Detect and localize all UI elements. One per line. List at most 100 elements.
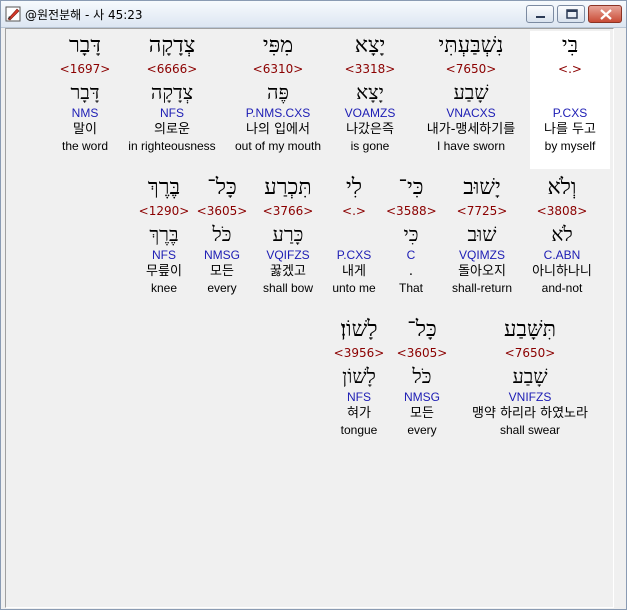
strong-number[interactable]: <3956>: [328, 345, 390, 361]
english-gloss: is gone: [350, 139, 390, 153]
english-gloss: by myself: [544, 139, 596, 153]
korean-gloss: 내가-맹세하기를: [426, 122, 516, 137]
morph-code: C: [406, 248, 416, 262]
word-cell[interactable]: וְלֹא <3808> לֹא C.ABN 아니하나니 and-not: [532, 173, 592, 297]
strong-number[interactable]: <.>: [324, 203, 384, 219]
maximize-icon: [566, 9, 578, 19]
strong-number[interactable]: <7650>: [411, 61, 531, 77]
word-cell[interactable]: בֶּרֶךְ <1290> בֶּרֶךְ NFS 무릎이 knee: [134, 173, 194, 297]
morph-code: VQIFZS: [266, 248, 310, 262]
lemma: צְדָקָה: [150, 80, 194, 104]
hebrew-word: מִפִּי: [262, 33, 294, 58]
korean-gloss: 나갔은즉: [346, 122, 394, 137]
english-gloss: tongue: [340, 423, 378, 437]
hebrew-word: וְלֹא: [547, 175, 577, 200]
korean-gloss: 의로운: [154, 122, 190, 137]
morph-code: NFS: [160, 106, 184, 120]
strong-number[interactable]: <3605>: [396, 345, 448, 361]
strong-number[interactable]: <6310>: [228, 61, 328, 77]
morph-code: P.CXS: [336, 248, 372, 262]
lemma: כִּי: [403, 222, 419, 246]
word-cell[interactable]: תִּכְרַע <3766> כָּרַע VQIFZS 꿇겠고 shall …: [256, 173, 320, 297]
korean-gloss: 아니하나니: [532, 264, 592, 279]
word-cell[interactable]: בִּי <.> P.CXS 나를 두고 by myself: [530, 31, 610, 169]
word-cell[interactable]: נִשְׁבַּעְתִּי <7650> שָׁבַע VNACXS 내가-맹…: [411, 31, 531, 155]
strong-number[interactable]: <1697>: [50, 61, 120, 77]
lemma: שָׁבַע: [453, 80, 489, 104]
lemma: בֶּרֶךְ: [149, 222, 179, 246]
word-cell[interactable]: כָּל־ <3605> כֹּל NMSG 모든 every: [396, 315, 448, 439]
strong-number[interactable]: <3318>: [330, 61, 410, 77]
lemma: לָשׁוֹן: [342, 364, 376, 388]
english-gloss: I have sworn: [436, 139, 506, 153]
word-cell[interactable]: יָשׁוּב <7725> שׁוּב VQIMZS 돌아오지 shall-r…: [446, 173, 518, 297]
word-cell[interactable]: דָּבָר <1697> דָּבָר NMS 말이 the word: [50, 31, 120, 155]
strong-number[interactable]: <3588>: [386, 203, 437, 219]
english-gloss: out of my mouth: [234, 139, 322, 153]
minimize-button[interactable]: [526, 5, 554, 23]
hebrew-word: בִּי: [561, 33, 579, 58]
english-gloss: shall bow: [262, 281, 314, 295]
hebrew-word: בֶּרֶךְ: [147, 175, 181, 200]
app-window: @원전분해 - 사 45:23 בִּי <.> P.CXS 나를 두고 by …: [0, 0, 627, 610]
lemma: כֹּל: [412, 364, 432, 388]
english-gloss: knee: [150, 281, 178, 295]
word-cell[interactable]: כִּי־ <3588> כִּי C . That: [386, 173, 437, 297]
word-cell[interactable]: תִּשָּׁבַע <7650> שָׁבַע VNIFZS 맹약 하리라 하…: [452, 315, 608, 439]
korean-gloss: 꿇겠고: [270, 264, 306, 279]
morph-code: P.CXS: [552, 106, 588, 120]
hebrew-word: כָּל־: [407, 317, 437, 342]
strong-number[interactable]: <3605>: [196, 203, 248, 219]
strong-number[interactable]: <.>: [530, 61, 610, 77]
word-cell[interactable]: לָשׁוֹן׃ <3956> לָשׁוֹן NFS 혀가 tongue: [328, 315, 390, 439]
korean-gloss: 혀가: [347, 406, 371, 421]
word-cell[interactable]: לִי <.> P.CXS 내게 unto me: [324, 173, 384, 297]
strong-number[interactable]: <1290>: [134, 203, 194, 219]
morph-code: VNACXS: [446, 106, 496, 120]
korean-gloss: 모든: [210, 264, 234, 279]
word-cell[interactable]: כָּל־ <3605> כֹּל NMSG 모든 every: [196, 173, 248, 297]
morph-code: C.ABN: [543, 248, 581, 262]
strong-number[interactable]: <7650>: [452, 345, 608, 361]
hebrew-word: כִּי־: [398, 175, 424, 200]
lemma: פֶּה: [267, 80, 289, 104]
hebrew-word: כָּל־: [207, 175, 237, 200]
lemma: [324, 219, 384, 247]
close-button[interactable]: [588, 5, 622, 23]
word-cell[interactable]: יָצָא <3318> יָצָא VOAMZS 나갔은즉 is gone: [330, 31, 410, 155]
korean-gloss: 맹약 하리라 하였노라: [472, 406, 588, 421]
title-bar[interactable]: @원전분해 - 사 45:23: [1, 1, 626, 28]
korean-gloss: 돌아오지: [458, 264, 506, 279]
strong-number[interactable]: <3766>: [256, 203, 320, 219]
hebrew-word: תִּכְרַע: [264, 175, 312, 200]
morph-code: VQIMZS: [458, 248, 505, 262]
english-gloss: every: [407, 423, 437, 437]
word-cell[interactable]: מִפִּי <6310> פֶּה P.NMS.CXS 나의 입에서 out …: [228, 31, 328, 155]
lemma: דָּבָר: [70, 80, 100, 104]
korean-gloss: 무릎이: [146, 264, 182, 279]
hebrew-word: תִּשָּׁבַע: [503, 317, 557, 342]
word-cell[interactable]: צְדָקָה <6666> צְדָקָה NFS 의로운 in righte…: [122, 31, 222, 155]
korean-gloss: 모든: [410, 406, 434, 421]
close-icon: [600, 9, 612, 20]
hebrew-word: דָּבָר: [69, 33, 101, 58]
english-gloss: shall swear: [499, 423, 561, 437]
minimize-icon: [536, 16, 545, 18]
strong-number[interactable]: <6666>: [122, 61, 222, 77]
lemma: כָּרַע: [272, 222, 304, 246]
morph-code: NMS: [71, 106, 99, 120]
morph-code: P.NMS.CXS: [245, 106, 311, 120]
window-title: @원전분해 - 사 45:23: [25, 8, 143, 22]
morph-code: VNIFZS: [508, 390, 552, 404]
lemma: [530, 77, 610, 105]
korean-gloss: 내게: [342, 264, 366, 279]
strong-number[interactable]: <7725>: [446, 203, 518, 219]
hebrew-word: לִי: [345, 175, 363, 200]
maximize-button[interactable]: [557, 5, 585, 23]
word-analysis-panel[interactable]: בִּי <.> P.CXS 나를 두고 by myself נִשְׁבַּע…: [5, 28, 614, 608]
english-gloss: That: [398, 281, 423, 295]
english-gloss: every: [207, 281, 237, 295]
morph-code: NFS: [347, 390, 371, 404]
lemma: כֹּל: [212, 222, 232, 246]
strong-number[interactable]: <3808>: [532, 203, 592, 219]
